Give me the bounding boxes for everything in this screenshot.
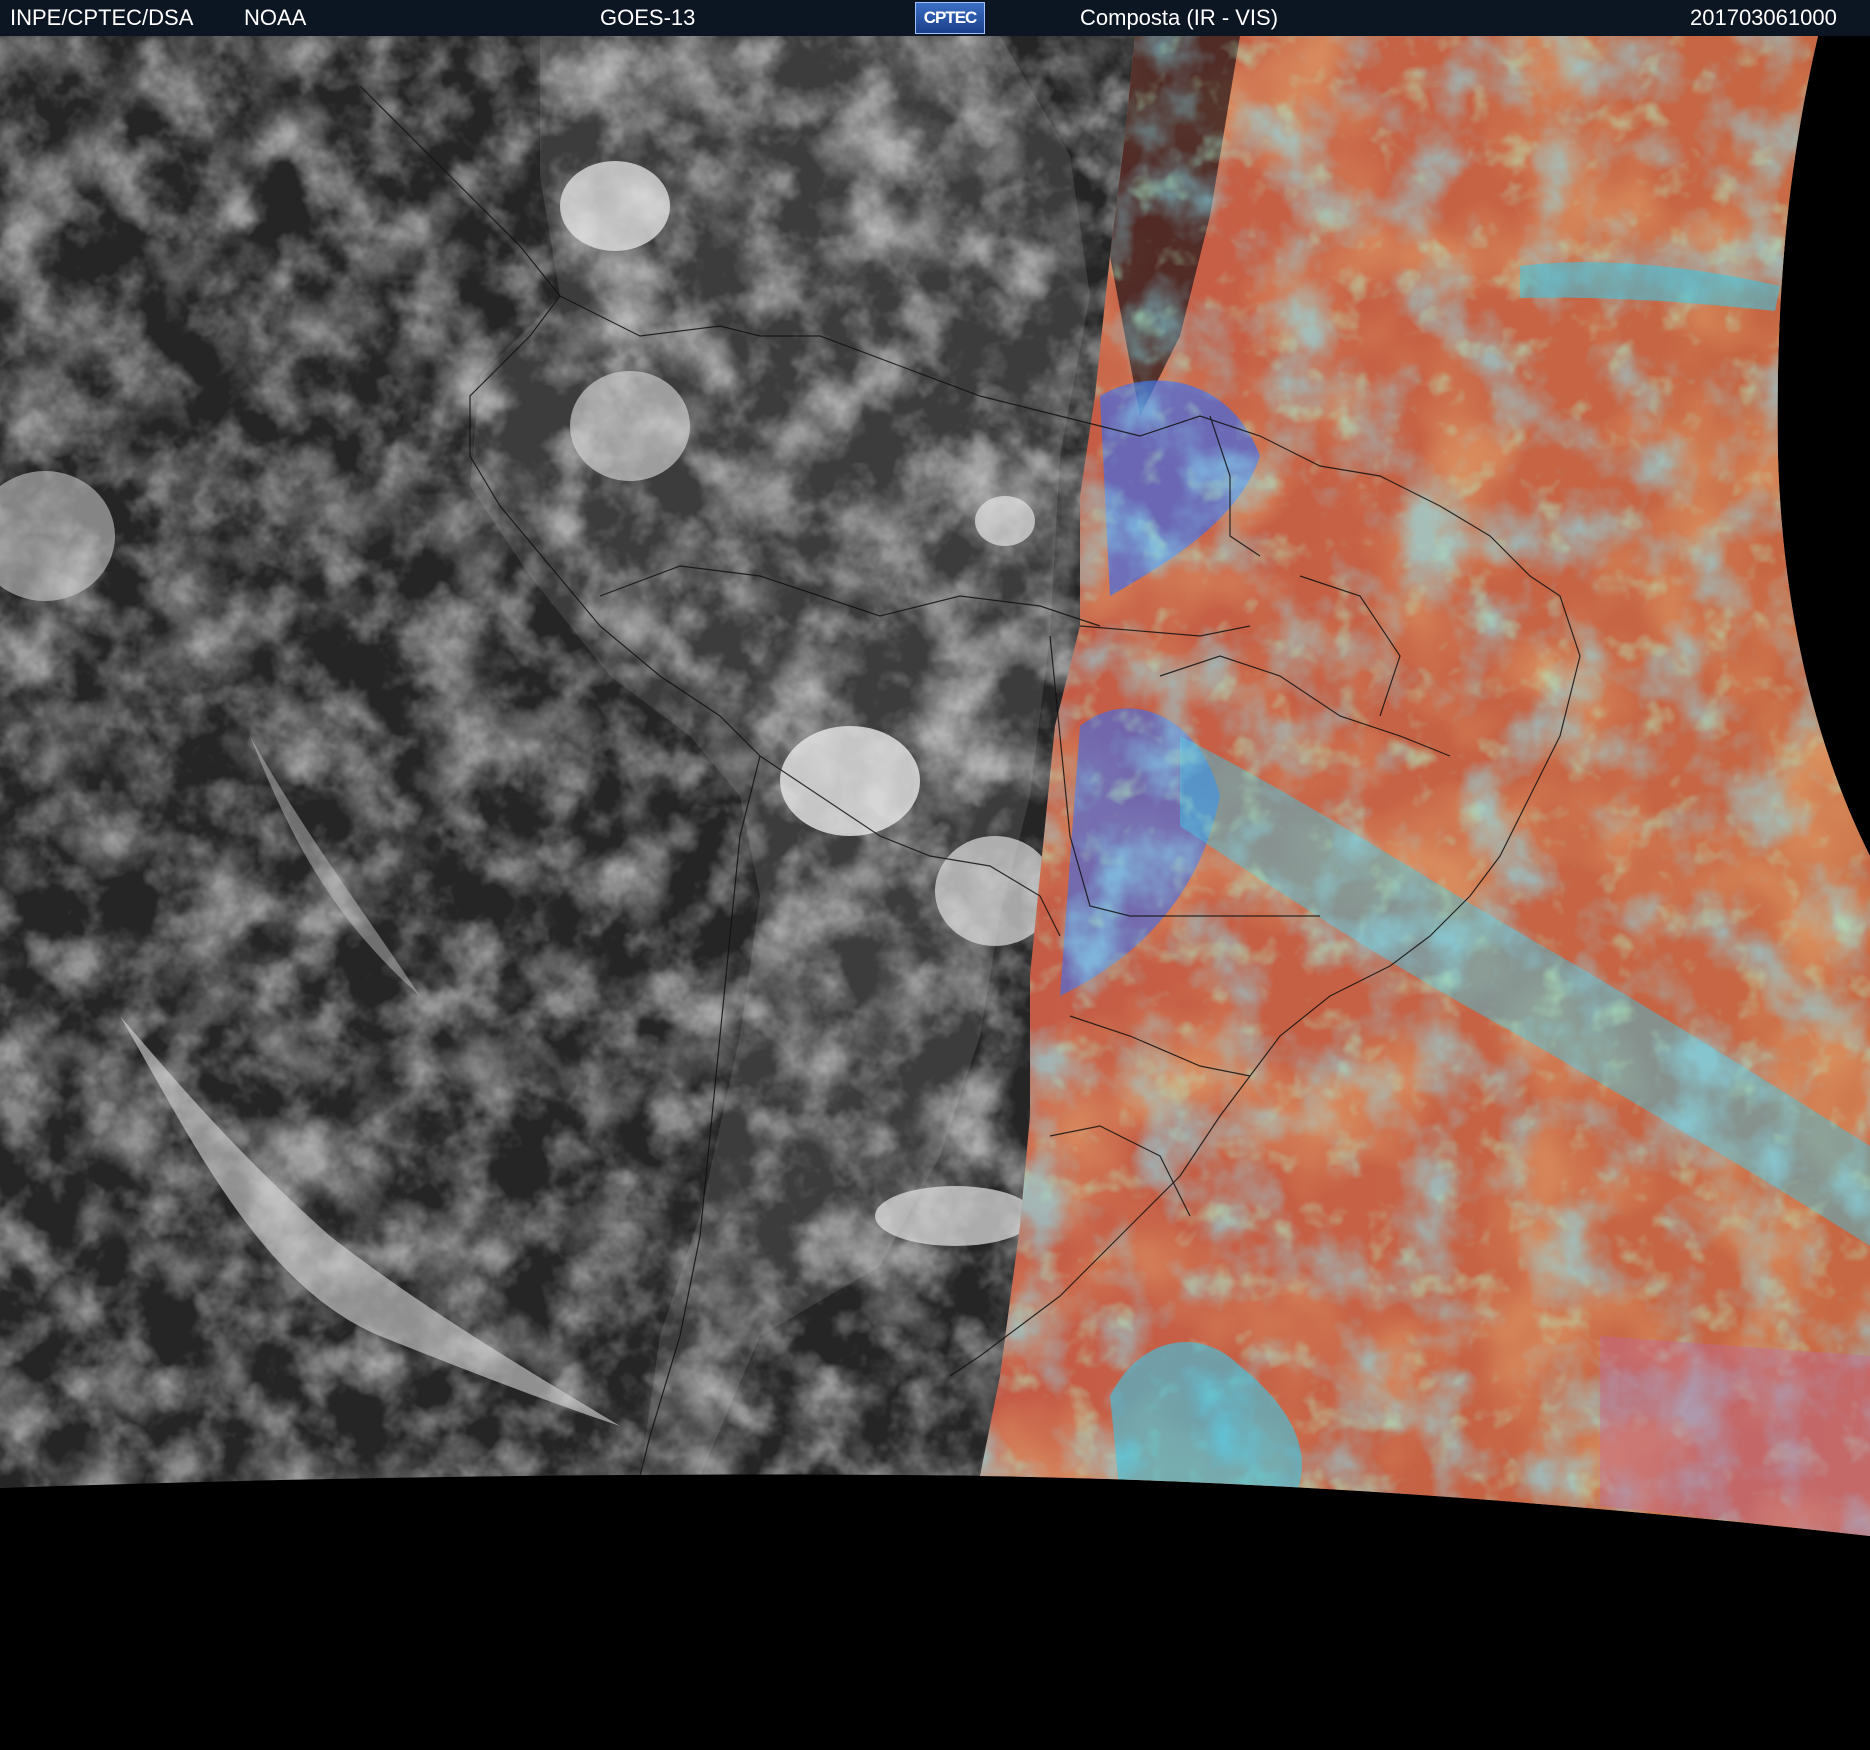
timestamp-label: 201703061000 (1690, 5, 1837, 30)
cptec-logo: CPTEC (915, 2, 985, 34)
satellite-image (0, 36, 1870, 1750)
logo-text: CPTEC (923, 8, 978, 27)
agency-label: NOAA (244, 5, 307, 30)
header-bar: INPE/CPTEC/DSA NOAA GOES-13 CPTEC Compos… (0, 0, 1870, 36)
source-label: INPE/CPTEC/DSA (10, 5, 194, 30)
satellite-label: GOES-13 (600, 5, 696, 30)
product-label: Composta (IR - VIS) (1080, 5, 1279, 30)
